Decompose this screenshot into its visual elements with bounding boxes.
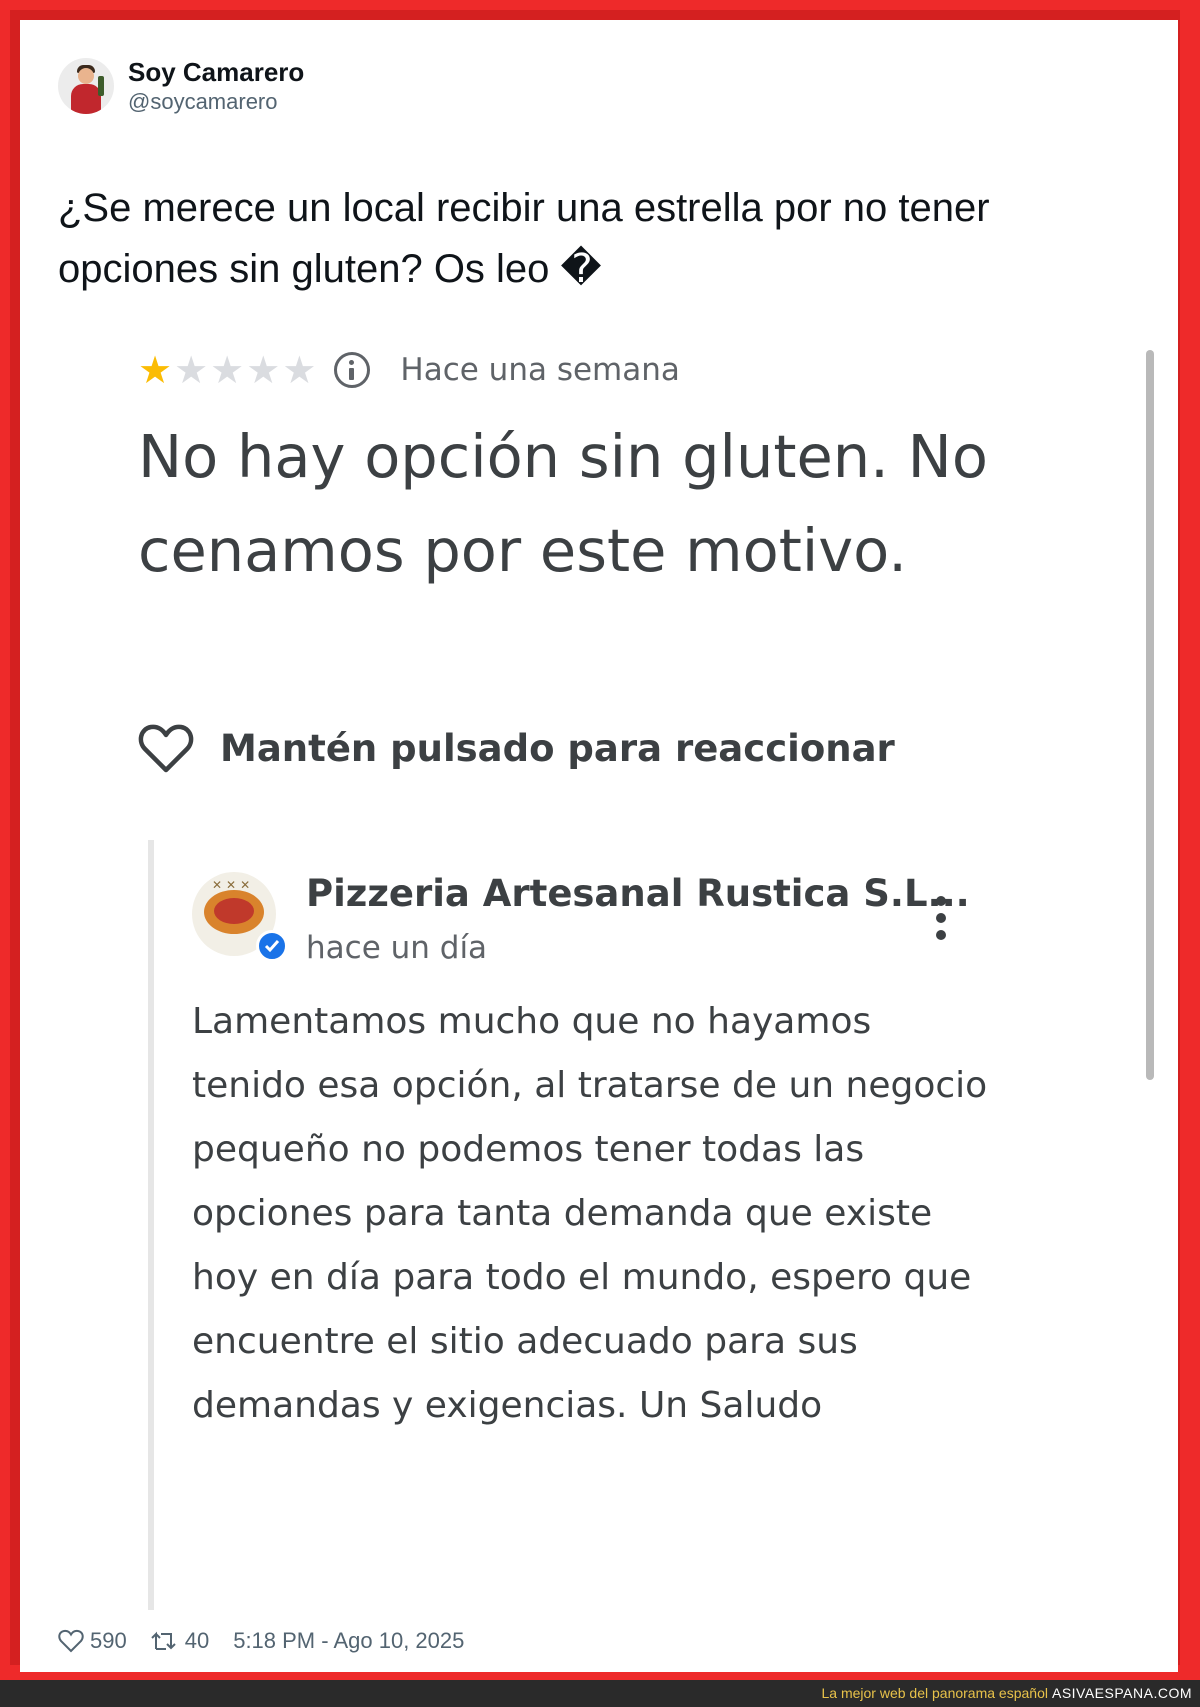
avatar[interactable] — [58, 58, 114, 114]
attached-screenshot[interactable]: ★ ★ ★ ★ ★ Hace una semana No hay opción sin … — [138, 330, 1154, 1610]
star-rating: ★ ★ ★ ★ ★ — [138, 350, 318, 390]
like-count: 590 — [90, 1628, 127, 1653]
star-icon: ★ — [210, 348, 245, 392]
tweet-card: Soy Camarero @soycamarero ¿Se merece un … — [20, 20, 1178, 1672]
retweet-icon — [151, 1631, 176, 1650]
star-icon: ★ — [282, 348, 317, 392]
more-vert-icon[interactable] — [936, 896, 948, 942]
scrollbar — [1146, 350, 1154, 1080]
like-button[interactable]: 590 — [58, 1628, 127, 1654]
info-icon[interactable] — [334, 352, 371, 388]
star-icon: ★ — [246, 348, 281, 392]
react-row[interactable]: Mantén pulsado para reaccionar — [138, 722, 895, 774]
review-time: Hace una semana — [400, 352, 680, 388]
heart-icon — [58, 1629, 84, 1653]
reply-time: hace un día — [306, 930, 488, 966]
star-icon: ★ — [174, 348, 209, 392]
retweet-button[interactable]: 40 — [149, 1628, 209, 1654]
tweet-text: ¿Se merece un local recibir una estrella… — [58, 186, 990, 291]
heart-icon[interactable] — [138, 722, 194, 774]
footer-site[interactable]: ASIVAESPANA.COM — [1052, 1685, 1192, 1701]
business-name[interactable]: Pizzeria Artesanal Rustica S.L... — [306, 872, 970, 915]
tweet-stats: 590 40 5:18 PM - Ago 10, 2025 — [58, 1628, 464, 1654]
tweet-timestamp[interactable]: 5:18 PM - Ago 10, 2025 — [233, 1628, 464, 1654]
author-name[interactable]: Soy Camarero — [128, 56, 304, 88]
verified-badge-icon — [256, 930, 288, 962]
author-handle[interactable]: @soycamarero — [128, 88, 304, 116]
footer-tagline: La mejor web del panorama español — [821, 1685, 1048, 1701]
site-footer: La mejor web del panorama español ASIVAES… — [0, 1680, 1200, 1707]
react-label: Mantén pulsado para reaccionar — [220, 726, 895, 770]
owner-reply: ✕✕✕ Pizzeria Artesanal Rustica S.L... ha… — [148, 840, 1014, 1610]
star-icon: ★ — [138, 348, 173, 392]
retweet-count: 40 — [184, 1628, 210, 1653]
review-text: No hay opción sin gluten. No cenamos por… — [138, 422, 988, 585]
reply-text: Lamentamos mucho que no hayamos tenido e… — [192, 1001, 988, 1426]
tweet-header: Soy Camarero @soycamarero — [58, 56, 304, 116]
review-rating-row: ★ ★ ★ ★ ★ Hace una semana — [138, 350, 680, 390]
